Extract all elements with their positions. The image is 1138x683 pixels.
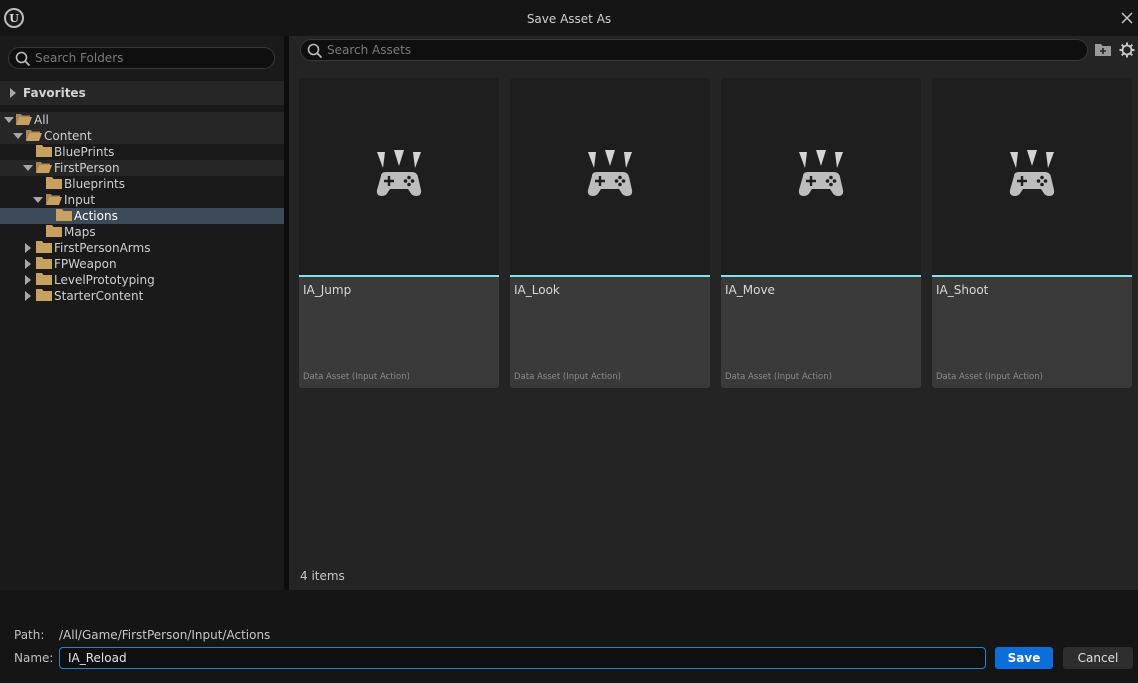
expand-arrow-icon xyxy=(25,259,31,269)
item-count: 4 items xyxy=(300,569,345,583)
tree-item-label: FirstPerson xyxy=(54,161,120,175)
asset-name: IA_Shoot xyxy=(936,283,989,297)
folder-icon xyxy=(36,145,52,157)
tree-item-label: Actions xyxy=(74,209,118,223)
asset-tile-ia-jump[interactable]: IA_Jump Data Asset (Input Action) xyxy=(299,78,499,388)
asset-name: IA_Move xyxy=(725,283,775,297)
gamepad-input-action-icon xyxy=(587,150,633,196)
title-bar: U Save Asset As xyxy=(0,0,1138,36)
expand-arrow-icon xyxy=(25,275,31,285)
asset-type-label: Data Asset (Input Action) xyxy=(514,372,621,382)
tree-item-label: Maps xyxy=(64,225,96,239)
asset-info: IA_Shoot Data Asset (Input Action) xyxy=(932,277,1132,388)
asset-tile-ia-move[interactable]: IA_Move Data Asset (Input Action) xyxy=(721,78,921,388)
folder-open-icon xyxy=(36,162,52,173)
new-folder-icon[interactable] xyxy=(1095,43,1113,57)
collapse-arrow-icon xyxy=(33,197,43,203)
tree-item-startercontent[interactable]: StarterContent xyxy=(0,288,284,304)
asset-info: IA_Move Data Asset (Input Action) xyxy=(721,277,921,388)
close-icon[interactable] xyxy=(1119,10,1135,26)
tree-item-content[interactable]: Content xyxy=(0,128,284,144)
asset-name: IA_Look xyxy=(514,283,560,297)
asset-name-input[interactable] xyxy=(68,648,968,668)
tree-item-label: FirstPersonArms xyxy=(54,241,151,255)
asset-thumbnail xyxy=(510,78,710,275)
tree-item-fpweapon[interactable]: FPWeapon xyxy=(0,256,284,272)
folder-icon xyxy=(36,273,52,285)
tree-item-label: All xyxy=(34,113,49,127)
gamepad-input-action-icon xyxy=(798,150,844,196)
favorites-header[interactable]: Favorites xyxy=(0,81,284,105)
expand-arrow-icon xyxy=(25,291,31,301)
tree-item-label: Content xyxy=(44,129,92,143)
collapse-arrow-icon xyxy=(23,165,33,171)
save-button[interactable]: Save xyxy=(995,647,1053,669)
asset-info: IA_Look Data Asset (Input Action) xyxy=(510,277,710,388)
search-icon xyxy=(15,51,31,67)
collapse-arrow-icon xyxy=(13,133,23,139)
asset-type-label: Data Asset (Input Action) xyxy=(303,372,410,382)
tree-item-label: FPWeapon xyxy=(54,257,117,271)
folder-panel: Favorites All Content BluePrints FirstPe… xyxy=(0,36,284,590)
tree-item-levelprototyping[interactable]: LevelPrototyping xyxy=(0,272,284,288)
gamepad-input-action-icon xyxy=(1009,150,1055,196)
asset-name: IA_Jump xyxy=(303,283,352,297)
tree-item-firstperson-blueprints[interactable]: Blueprints xyxy=(0,176,284,192)
window-title: Save Asset As xyxy=(526,12,612,26)
folder-icon xyxy=(36,241,52,253)
folder-open-icon xyxy=(26,130,42,141)
asset-name-field[interactable] xyxy=(59,647,986,669)
asset-info: IA_Jump Data Asset (Input Action) xyxy=(299,277,499,388)
asset-thumbnail xyxy=(932,78,1132,275)
cancel-button[interactable]: Cancel xyxy=(1063,647,1133,669)
save-footer: Path: /All/Game/FirstPerson/Input/Action… xyxy=(0,590,1138,683)
search-icon xyxy=(307,43,323,59)
asset-tile-ia-look[interactable]: IA_Look Data Asset (Input Action) xyxy=(510,78,710,388)
tree-item-label: Input xyxy=(64,193,96,207)
tree-item-all[interactable]: All xyxy=(0,112,284,128)
settings-gear-icon[interactable] xyxy=(1119,42,1135,58)
folder-icon xyxy=(46,225,62,237)
tree-item-label: LevelPrototyping xyxy=(54,273,155,287)
path-value: /All/Game/FirstPerson/Input/Actions xyxy=(59,628,271,642)
asset-search-input[interactable] xyxy=(327,40,1077,60)
folder-search[interactable] xyxy=(8,47,275,69)
tree-item-firstpersonarms[interactable]: FirstPersonArms xyxy=(0,240,284,256)
tree-item-label: Blueprints xyxy=(64,177,126,191)
asset-type-label: Data Asset (Input Action) xyxy=(725,372,832,382)
asset-thumbnail xyxy=(299,78,499,275)
gamepad-input-action-icon xyxy=(376,150,422,196)
expand-arrow-icon xyxy=(25,243,31,253)
tree-item-maps[interactable]: Maps xyxy=(0,224,284,240)
folder-icon xyxy=(36,289,52,301)
tree-item-actions[interactable]: Actions xyxy=(0,208,284,224)
folder-icon xyxy=(56,209,72,221)
asset-type-label: Data Asset (Input Action) xyxy=(936,372,1043,382)
folder-icon xyxy=(46,177,62,189)
favorites-label: Favorites xyxy=(23,86,86,100)
asset-thumbnail xyxy=(721,78,921,275)
folder-open-icon xyxy=(46,194,62,205)
folder-open-icon xyxy=(16,114,32,125)
tree-item-input[interactable]: Input xyxy=(0,192,284,208)
collapse-arrow-icon xyxy=(4,117,14,123)
asset-search[interactable] xyxy=(300,39,1088,61)
asset-tile-ia-shoot[interactable]: IA_Shoot Data Asset (Input Action) xyxy=(932,78,1132,388)
tree-item-label: BluePrints xyxy=(54,145,115,159)
tree-item-blueprints[interactable]: BluePrints xyxy=(0,144,284,160)
path-label: Path: xyxy=(14,628,45,642)
tree-item-firstperson[interactable]: FirstPerson xyxy=(0,160,284,176)
expand-arrow-icon xyxy=(10,88,16,98)
tree-item-label: StarterContent xyxy=(54,289,144,303)
folder-search-input[interactable] xyxy=(35,48,264,68)
name-label: Name: xyxy=(14,651,54,665)
folder-icon xyxy=(36,257,52,269)
